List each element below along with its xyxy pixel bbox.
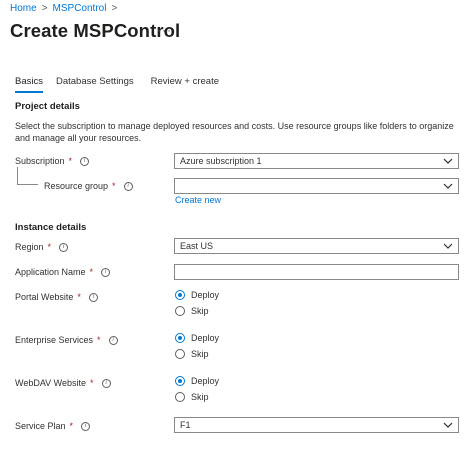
region-label-text: Region	[15, 242, 44, 252]
radio-button-checked[interactable]	[175, 290, 185, 300]
region-label: Region * i	[15, 242, 69, 252]
info-icon[interactable]: i	[101, 267, 111, 277]
breadcrumb-home-link[interactable]: Home	[10, 3, 37, 14]
region-dropdown[interactable]: East US	[174, 238, 459, 254]
enterprise-deploy-option[interactable]: Deploy	[175, 333, 219, 343]
skip-label: Skip	[191, 306, 209, 316]
breadcrumb-separator: >	[41, 3, 48, 14]
info-icon[interactable]: i	[59, 242, 69, 252]
webdav-website-label: WebDAV Website * i	[15, 378, 111, 388]
info-icon[interactable]: i	[101, 378, 111, 388]
portal-deploy-option[interactable]: Deploy	[175, 290, 219, 300]
service-plan-label: Service Plan * i	[15, 421, 91, 431]
webdav-website-label-text: WebDAV Website	[15, 378, 87, 388]
portal-website-label: Portal Website * i	[15, 292, 98, 302]
radio-button-checked[interactable]	[175, 376, 185, 386]
breadcrumb: Home > MSPControl >	[10, 3, 117, 14]
tab-database-settings[interactable]: Database Settings	[56, 76, 134, 93]
info-icon[interactable]: i	[108, 335, 118, 345]
radio-button[interactable]	[175, 349, 185, 359]
chevron-down-icon	[443, 422, 453, 428]
deploy-label: Deploy	[191, 376, 220, 386]
skip-label: Skip	[191, 392, 209, 402]
radio-button-checked[interactable]	[175, 333, 185, 343]
radio-button[interactable]	[175, 392, 185, 402]
deploy-label: Deploy	[191, 333, 220, 343]
subscription-label: Subscription * i	[15, 156, 90, 166]
radio-button[interactable]	[175, 306, 185, 316]
resource-group-dropdown[interactable]	[174, 178, 459, 194]
enterprise-skip-option[interactable]: Skip	[175, 349, 209, 359]
required-asterisk: *	[77, 292, 81, 302]
portal-skip-option[interactable]: Skip	[175, 306, 209, 316]
info-icon[interactable]: i	[88, 292, 98, 302]
subscription-label-text: Subscription	[15, 156, 65, 166]
chevron-down-icon	[443, 183, 453, 189]
info-icon[interactable]: i	[81, 421, 91, 431]
application-name-input[interactable]	[174, 264, 459, 280]
project-details-description: Select the subscription to manage deploy…	[15, 121, 454, 143]
required-asterisk: *	[112, 181, 116, 191]
tab-bar: Basics Database Settings Review + create	[15, 76, 219, 93]
tab-basics[interactable]: Basics	[15, 76, 43, 93]
required-asterisk: *	[68, 156, 73, 166]
service-plan-value: F1	[180, 420, 191, 430]
required-asterisk: *	[69, 421, 74, 431]
breadcrumb-mspcontrol-link[interactable]: MSPControl	[53, 3, 107, 14]
deploy-label: Deploy	[191, 290, 220, 300]
info-icon[interactable]: i	[80, 156, 90, 166]
tree-connector	[17, 167, 38, 185]
required-asterisk: *	[90, 378, 94, 388]
info-icon[interactable]: i	[123, 181, 133, 191]
application-name-label-text: Application Name	[15, 267, 86, 277]
more-options-button[interactable]: ···	[157, 23, 172, 37]
portal-website-label-text: Portal Website	[15, 292, 74, 302]
page-title: Create MSPControl	[10, 20, 181, 41]
resource-group-label: Resource group * i	[44, 181, 133, 191]
subscription-value: Azure subscription 1	[180, 156, 262, 166]
tab-review-create[interactable]: Review + create	[151, 76, 219, 93]
application-name-label: Application Name * i	[15, 267, 111, 277]
service-plan-label-text: Service Plan	[15, 421, 66, 431]
create-new-link[interactable]: Create new	[175, 195, 221, 205]
chevron-down-icon	[443, 158, 453, 164]
region-value: East US	[180, 241, 214, 251]
service-plan-dropdown[interactable]: F1	[174, 417, 459, 433]
webdav-deploy-option[interactable]: Deploy	[175, 376, 219, 386]
required-asterisk: *	[97, 335, 101, 345]
skip-label: Skip	[191, 349, 209, 359]
enterprise-services-label-text: Enterprise Services	[15, 335, 94, 345]
webdav-skip-option[interactable]: Skip	[175, 392, 209, 402]
chevron-down-icon	[443, 243, 453, 249]
instance-details-heading: Instance details	[15, 222, 87, 233]
subscription-dropdown[interactable]: Azure subscription 1	[174, 153, 459, 169]
resource-group-label-text: Resource group	[44, 181, 109, 191]
project-details-heading: Project details	[15, 101, 80, 112]
required-asterisk: *	[47, 242, 52, 252]
required-asterisk: *	[89, 267, 94, 277]
enterprise-services-label: Enterprise Services * i	[15, 335, 118, 345]
breadcrumb-separator: >	[111, 3, 118, 14]
